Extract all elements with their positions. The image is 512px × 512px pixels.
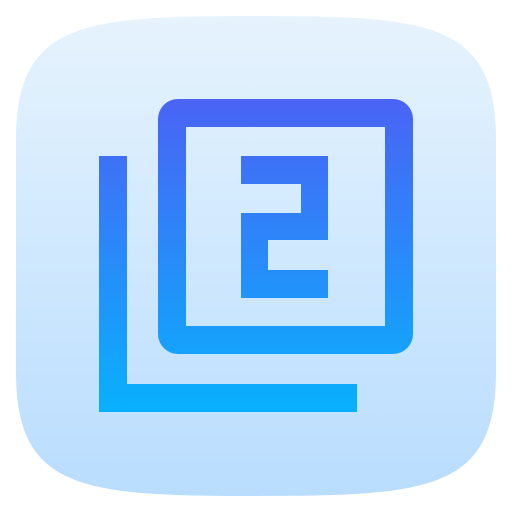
app-icon[interactable] <box>0 0 512 512</box>
app-icon-svg <box>16 16 496 496</box>
numeral-two-glyph <box>241 156 328 298</box>
